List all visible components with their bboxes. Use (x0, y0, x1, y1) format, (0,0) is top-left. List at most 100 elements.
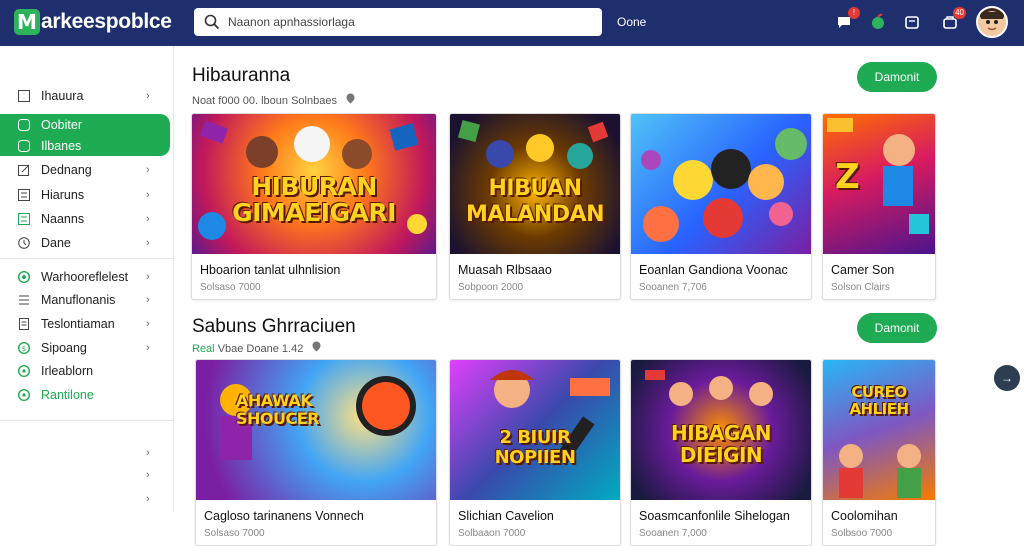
section-action-button[interactable]: Damonit (857, 313, 937, 343)
location-pin-icon (346, 93, 355, 107)
sidebar-item-irleablorn[interactable]: Irleablorn (0, 360, 170, 382)
sidebar-item-label: Dednang (41, 163, 92, 177)
product-card[interactable]: HIBUAN MALANDAN Muasah Rlbsaao Sobpoon 2… (449, 113, 621, 300)
sidebar-item-dednang[interactable]: Dednang › (0, 159, 170, 181)
product-card[interactable]: Eoanlan Gandiona Voonac Sooanen 7,706 (630, 113, 812, 300)
sidebar-item-dane[interactable]: Dane › (0, 232, 170, 254)
circle-icon (17, 364, 31, 378)
card-name: Camer Son (831, 263, 895, 277)
document-icon (18, 318, 30, 330)
card-subtitle: Solbaaon 7000 (458, 528, 526, 539)
circle-icon: $ (17, 341, 31, 355)
chat-badge: ! (848, 7, 860, 19)
product-card[interactable]: AHAWAK SHOUCER Cagloso tarinanens Vonnec… (195, 359, 437, 546)
chevron-right-icon: › (146, 237, 150, 249)
sidebar-item-label: Ihauura (41, 89, 84, 103)
chevron-right-icon: › (146, 447, 150, 459)
card-thumbnail-title: HIBUAN MALANDAN (465, 176, 605, 227)
product-card[interactable]: HIBURAN GIMAEIGARI Hboarion tanlat ulhnl… (191, 113, 437, 300)
sidebar-item-label: Manuflonanis (41, 293, 116, 307)
sidebar-item-label: Teslontiaman (41, 317, 115, 331)
card-thumbnail (631, 114, 811, 254)
search-icon (204, 14, 220, 30)
card-subtitle: Solson Clairs (831, 282, 890, 293)
section-action-button[interactable]: Damonit (857, 62, 937, 92)
sidebar-item-label: Oobiter (41, 118, 82, 132)
sidebar-item-label: Hiaruns (41, 188, 85, 202)
sidebar-collapsed-item[interactable]: › (0, 488, 170, 510)
sidebar: Ihauura › Oobiter Ilbanes Dednang › Hiar… (0, 46, 174, 512)
sidebar-item-sipoang[interactable]: $ Sipoang › (0, 337, 170, 359)
search-bar[interactable] (194, 8, 602, 36)
product-card[interactable]: Z Camer Son Solson Clairs (822, 113, 936, 300)
card-thumbnail: HIBUAN MALANDAN (450, 114, 620, 254)
product-card[interactable]: 2 BIUIR NOPIIEN Slichian Cavelion Solbaa… (449, 359, 621, 546)
card-name: Slichian Cavelion (458, 509, 554, 523)
product-card[interactable]: CUREO AHLIEH Coolomihan Solbsoo 7000 (822, 359, 936, 546)
card-name: Hboarion tanlat ulhnlision (200, 263, 341, 277)
sidebar-collapsed-item-spacer (0, 465, 170, 487)
card-name: Eoanlan Gandiona Voonac (639, 263, 788, 277)
logo-badge: M (14, 9, 40, 35)
sidebar-item-oobiter[interactable]: Oobiter (0, 114, 170, 136)
logo[interactable]: M arkeespoblce (14, 8, 172, 36)
cart-icon[interactable] (902, 12, 922, 32)
pencil-icon (18, 164, 30, 176)
apple-icon[interactable] (868, 12, 888, 32)
list-icon (18, 189, 30, 201)
sidebar-item-label: Sipoang (41, 341, 87, 355)
chevron-right-icon: › (146, 342, 150, 354)
card-subtitle: Solsaso 7000 (204, 528, 265, 539)
section-meta-text: Noat f000 00. lboun Solnbaes (192, 95, 337, 107)
avatar[interactable] (976, 6, 1008, 38)
sidebar-collapsed-item[interactable]: › (0, 442, 170, 464)
clock-icon (18, 237, 30, 249)
card-name: Cagloso tarinanens Vonnech (204, 509, 364, 523)
product-card[interactable]: HIBAGAN DIEIGIN Soasmcanfonlile Siheloga… (630, 359, 812, 546)
card-subtitle: Sooanen 7,000 (639, 528, 707, 539)
chevron-right-icon: › (146, 213, 150, 225)
card-subtitle: Solbsoo 7000 (831, 528, 893, 539)
section-title: Hibauranna (192, 65, 291, 86)
card-thumbnail: HIBAGAN DIEIGIN (631, 360, 811, 500)
bag-icon[interactable]: 40 (940, 7, 966, 32)
card-thumbnail: Z (823, 114, 935, 254)
scroll-arrow-button[interactable]: → (994, 365, 1020, 391)
sidebar-item-hiaruns[interactable]: Hiaruns › (0, 184, 170, 206)
square-icon (18, 119, 30, 131)
card-name: Coolomihan (831, 509, 898, 523)
sidebar-item-label: Ilbanes (41, 139, 82, 153)
sidebar-item-warhooreflelest[interactable]: Warhooreflelest › (0, 266, 170, 288)
card-thumbnail: HIBURAN GIMAEIGARI (192, 114, 436, 254)
top-header: M arkeespoblce Oone ! 40 (0, 0, 1024, 46)
chat-icon[interactable]: ! (834, 7, 860, 32)
sidebar-item-ihauura[interactable]: Ihauura › (0, 85, 170, 107)
card-subtitle: Sooanen 7,706 (639, 282, 707, 293)
card-thumbnail-title: Z (835, 157, 860, 197)
logo-text: arkeespoblce (41, 10, 172, 33)
chevron-right-icon: › (146, 90, 150, 102)
sidebar-item-label: Dane (41, 236, 71, 250)
sidebar-item-label: Irleablorn (41, 364, 94, 378)
sidebar-item-label: Warhooreflelest (41, 270, 129, 284)
search-input[interactable] (228, 15, 588, 29)
card-thumbnail: AHAWAK SHOUCER (196, 360, 436, 500)
bag-badge: 40 (953, 7, 966, 19)
sidebar-item-ilbanes[interactable]: Ilbanes (0, 135, 170, 157)
list-icon (18, 294, 30, 306)
leaf-icon (17, 270, 31, 284)
sidebar-item-manuflonanis[interactable]: Manuflonanis › (0, 289, 170, 311)
sidebar-item-teslontiaman[interactable]: Teslontiaman › (0, 313, 170, 335)
grid-icon (18, 213, 30, 225)
section-meta: Real Vbae Doane 1.42 (192, 341, 321, 355)
chevron-right-icon: › (146, 318, 150, 330)
chevron-right-icon: › (146, 271, 150, 283)
card-subtitle: Solsaso 7000 (200, 282, 261, 293)
sidebar-item-naanns[interactable]: Naanns › (0, 208, 170, 230)
card-thumbnail: 2 BIUIR NOPIIEN (450, 360, 620, 500)
sidebar-item-rantilone[interactable]: Rantilone (0, 384, 170, 406)
sidebar-divider (0, 420, 174, 421)
header-link[interactable]: Oone (617, 15, 646, 29)
sidebar-item-label: Rantilone (41, 388, 94, 402)
card-name: Soasmcanfonlile Sihelogan (639, 509, 790, 523)
